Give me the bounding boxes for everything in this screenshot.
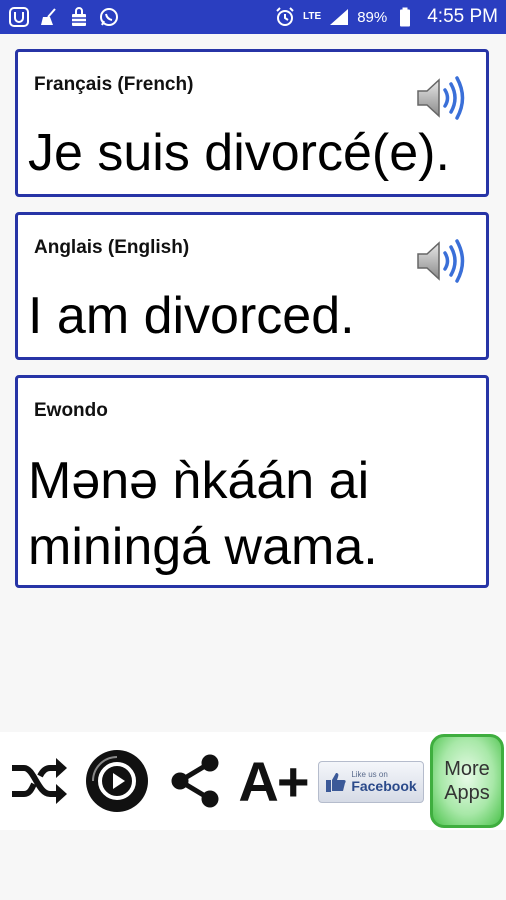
french-phrase-card: Français (French) Je suis divorcé(e). (15, 49, 489, 197)
ewondo-phrase-line1: Mənə ǹkáán ai (28, 452, 370, 510)
ewondo-label: Ewondo (34, 400, 108, 421)
more-apps-line2: Apps (444, 782, 490, 804)
shopping-bag-icon (68, 6, 90, 28)
facebook-like-button[interactable]: Like us on Facebook (318, 761, 424, 803)
network-type: LTE (303, 11, 322, 22)
clock: 4:55 PM (427, 6, 498, 27)
shuffle-icon[interactable] (8, 752, 70, 810)
french-label: Français (French) (34, 74, 194, 95)
battery-percent: 89% (357, 8, 388, 26)
share-icon[interactable] (166, 752, 224, 810)
more-apps-line1: More (444, 758, 490, 780)
ewondo-phrase-line2: miningá wama. (28, 518, 378, 576)
english-phrase-text: I am divorced. (28, 287, 355, 345)
french-phrase-text: Je suis divorcé(e). (28, 124, 450, 182)
status-bar: LTE 89% 4:55 PM (0, 0, 506, 34)
font-size-button[interactable]: A+ (236, 748, 310, 814)
ewondo-phrase-card: Ewondo Mənə ǹkáán ai miningá wama. (15, 375, 489, 588)
bottom-toolbar: A+ Like us on Facebook More Apps (0, 732, 506, 830)
speaker-icon[interactable] (414, 237, 470, 285)
english-phrase-card: Anglais (English) I am divorced. (15, 212, 489, 360)
more-apps-button[interactable]: More Apps (430, 734, 504, 828)
facebook-text: Facebook (351, 778, 417, 794)
app-notification-icon (8, 6, 30, 28)
speaker-icon[interactable] (414, 74, 470, 122)
english-label: Anglais (English) (34, 237, 190, 258)
battery-icon (394, 6, 416, 28)
whatsapp-icon (98, 6, 120, 28)
broom-icon (38, 6, 60, 28)
alarm-icon (274, 6, 296, 28)
play-button[interactable] (84, 748, 150, 814)
thumbs-up-icon (325, 771, 347, 793)
signal-icon (328, 6, 350, 28)
